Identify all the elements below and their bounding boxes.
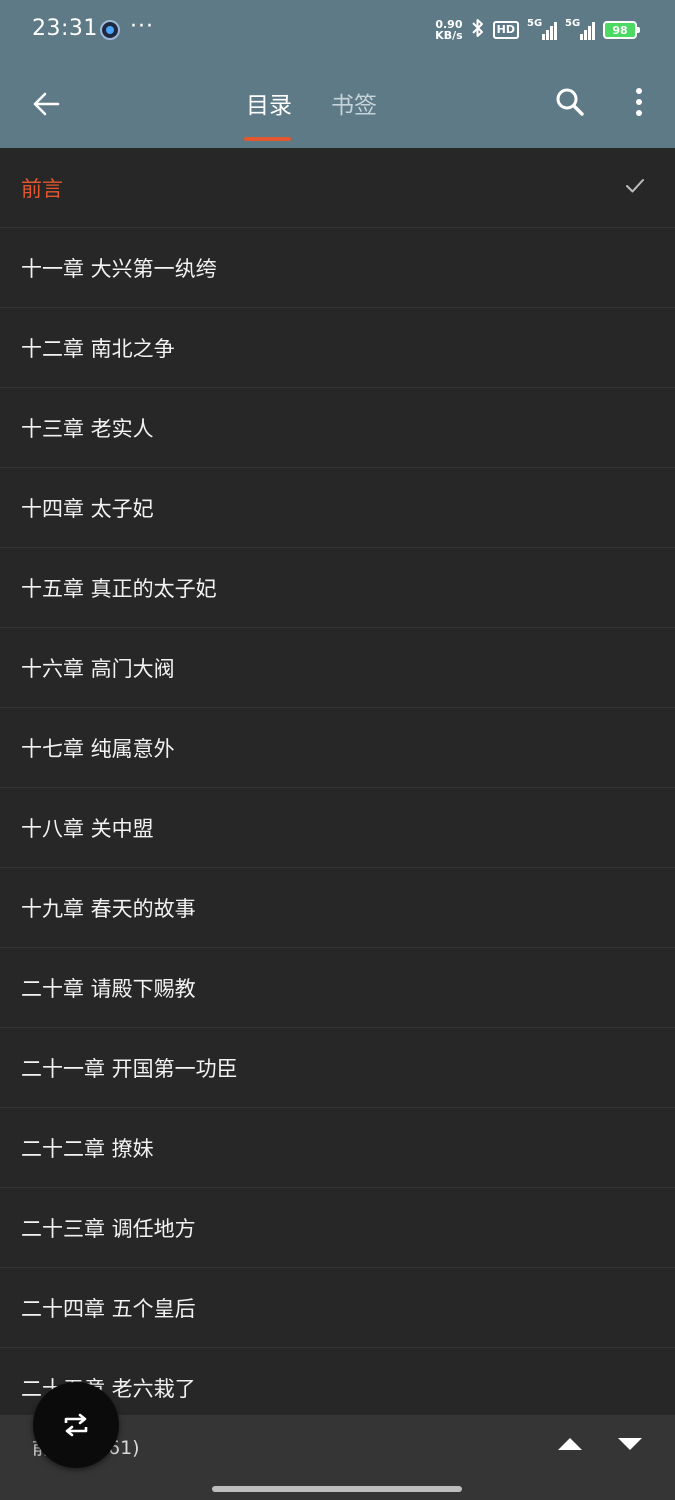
status-more-indicator: ··· — [130, 14, 154, 39]
more-vertical-icon — [636, 88, 642, 116]
chapter-list[interactable]: 前言 十一章 大兴第一纨绔 十二章 南北之争 十三章 老实人 十四章 太子妃 十… — [0, 148, 675, 1415]
signal-strength-1: 5G — [527, 18, 557, 40]
status-indicators: 0.90 KB/s HD 5G 5G 98 — [435, 16, 640, 44]
signal-2-label: 5G — [565, 18, 581, 29]
search-icon — [556, 88, 584, 116]
tab-table-of-contents[interactable]: 目录 — [246, 86, 292, 120]
chapter-item[interactable]: 十三章 老实人 — [0, 388, 675, 468]
swap-order-button[interactable] — [33, 1382, 119, 1468]
scroll-up-button[interactable] — [552, 1429, 588, 1459]
chapter-item[interactable]: 十九章 春天的故事 — [0, 868, 675, 948]
arrow-left-icon — [33, 92, 60, 116]
chapter-item[interactable]: 二十三章 调任地方 — [0, 1188, 675, 1268]
bluetooth-icon — [471, 17, 485, 44]
chapter-item[interactable]: 二十二章 撩妹 — [0, 1108, 675, 1188]
chapter-title: 十八章 关中盟 — [21, 816, 154, 841]
signal-strength-2: 5G — [565, 18, 595, 40]
check-icon — [626, 179, 644, 193]
status-time: 23:31 — [32, 16, 98, 41]
chapter-item[interactable]: 二十一章 开国第一功臣 — [0, 1028, 675, 1108]
chapter-item[interactable]: 十一章 大兴第一纨绔 — [0, 228, 675, 308]
toolbar: 目录 书签 — [0, 60, 675, 148]
search-button[interactable] — [548, 80, 592, 124]
network-speed: 0.90 KB/s — [435, 19, 462, 41]
chapter-item[interactable]: 二十四章 五个皇后 — [0, 1268, 675, 1348]
chapter-title: 二十二章 撩妹 — [21, 1136, 154, 1161]
network-speed-unit: KB/s — [435, 29, 463, 42]
chapter-item[interactable]: 十八章 关中盟 — [0, 788, 675, 868]
chapter-item-current[interactable]: 前言 — [0, 148, 675, 228]
chapter-item[interactable]: 十五章 真正的太子妃 — [0, 548, 675, 628]
chapter-item[interactable]: 十二章 南北之争 — [0, 308, 675, 388]
battery-indicator: 98 — [603, 21, 640, 39]
chapter-title: 二十三章 调任地方 — [21, 1216, 196, 1241]
triangle-up-icon — [558, 1438, 582, 1450]
chapter-item[interactable]: 十四章 太子妃 — [0, 468, 675, 548]
chapter-item[interactable]: 十六章 高门大阀 — [0, 628, 675, 708]
chapter-item[interactable]: 十七章 纯属意外 — [0, 708, 675, 788]
back-button[interactable] — [22, 80, 70, 128]
more-options-button[interactable] — [622, 80, 656, 124]
notification-app-icon — [100, 20, 120, 40]
chapter-title: 十四章 太子妃 — [21, 496, 154, 521]
battery-level: 98 — [612, 23, 628, 37]
chapter-title: 十一章 大兴第一纨绔 — [21, 256, 217, 281]
scroll-down-button[interactable] — [612, 1429, 648, 1459]
tab-bookmarks[interactable]: 书签 — [331, 86, 377, 120]
signal-1-label: 5G — [527, 18, 543, 29]
status-bar: 23:31 ··· 0.90 KB/s HD 5G 5G 98 — [0, 0, 675, 60]
app-header: 23:31 ··· 0.90 KB/s HD 5G 5G 98 目录 书签 — [0, 0, 675, 148]
home-indicator[interactable] — [212, 1486, 462, 1492]
swap-icon — [64, 1413, 88, 1437]
chapter-item[interactable]: 二十章 请殿下赐教 — [0, 948, 675, 1028]
chapter-title: 前言 — [21, 176, 63, 201]
hd-voice-badge: HD — [492, 21, 519, 39]
chapter-title: 十六章 高门大阀 — [21, 656, 175, 681]
chapter-title: 十二章 南北之争 — [21, 336, 175, 361]
chapter-title: 二十一章 开国第一功臣 — [21, 1056, 238, 1081]
chapter-title: 二十四章 五个皇后 — [21, 1296, 196, 1321]
chapter-title: 十五章 真正的太子妃 — [21, 576, 217, 601]
chapter-title: 十三章 老实人 — [21, 416, 154, 441]
chapter-title: 十七章 纯属意外 — [21, 736, 175, 761]
chapter-title: 二十章 请殿下赐教 — [21, 976, 196, 1001]
active-tab-indicator — [244, 137, 291, 141]
chapter-title: 十九章 春天的故事 — [21, 896, 196, 921]
triangle-down-icon — [618, 1438, 642, 1450]
